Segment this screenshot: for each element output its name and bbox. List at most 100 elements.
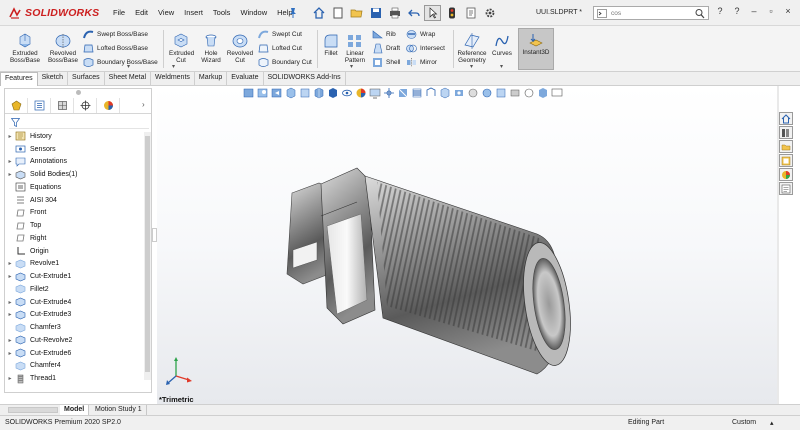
- file-properties-button[interactable]: [462, 5, 479, 21]
- render-tools-icon[interactable]: [439, 87, 451, 99]
- extruded-cut-button[interactable]: Extruded Cut: [165, 32, 197, 64]
- minimize-button[interactable]: –: [750, 6, 758, 16]
- menu-window[interactable]: Window: [235, 8, 272, 17]
- swept-cut-button[interactable]: Swept Cut: [258, 28, 302, 41]
- tree-item[interactable]: ▸ History: [5, 130, 145, 143]
- section-view-icon[interactable]: [285, 87, 297, 99]
- view-palette-tab[interactable]: [779, 154, 793, 167]
- isolate-icon[interactable]: [509, 87, 521, 99]
- rebuild-button[interactable]: [443, 5, 460, 21]
- reference-geometry-dropdown[interactable]: ▾: [470, 63, 473, 70]
- tree-item[interactable]: ▸ Cut-Extrude4: [5, 296, 145, 309]
- search-box[interactable]: cos: [593, 6, 709, 20]
- rib-button[interactable]: Rib: [372, 28, 396, 41]
- boundary-boss-button[interactable]: Boundary Boss/Base: [83, 56, 158, 69]
- tree-item[interactable]: ▸ Cut-Extrude1: [5, 270, 145, 283]
- open-button[interactable]: [348, 5, 365, 21]
- hole-wizard-button[interactable]: Hole Wizard: [197, 32, 225, 64]
- tab-markup[interactable]: Markup: [195, 72, 228, 85]
- configuration-manager-tab[interactable]: [51, 98, 74, 113]
- lights-icon[interactable]: [467, 87, 479, 99]
- tree-item[interactable]: ▸ Revolve1: [5, 258, 145, 271]
- design-library-tab[interactable]: [779, 126, 793, 139]
- mirror-button[interactable]: Mirror: [406, 56, 437, 69]
- tree-item[interactable]: ▸ Cut-Extrude6: [5, 347, 145, 360]
- tab-sheet-metal[interactable]: Sheet Metal: [105, 72, 152, 85]
- tree-item[interactable]: ▸ Cut-Extrude3: [5, 309, 145, 322]
- apply-scene-icon[interactable]: [369, 87, 381, 99]
- wrap-button[interactable]: Wrap: [406, 28, 435, 41]
- tree-expand-arrow[interactable]: ▸: [5, 299, 15, 306]
- restore-button[interactable]: ▫: [767, 6, 775, 16]
- solidworks-resources-tab[interactable]: [779, 112, 793, 125]
- view-orientation-icon[interactable]: [313, 87, 325, 99]
- tree-item[interactable]: Equations: [5, 181, 145, 194]
- document-name[interactable]: UUI.SLDPRT *: [536, 9, 582, 16]
- tree-item[interactable]: Origin: [5, 245, 145, 258]
- tab-surfaces[interactable]: Surfaces: [68, 72, 105, 85]
- tree-expand-arrow[interactable]: ▸: [5, 273, 15, 280]
- tab-evaluate[interactable]: Evaluate: [227, 72, 264, 85]
- tab-features[interactable]: Features: [0, 72, 38, 86]
- perspective-icon[interactable]: [495, 87, 507, 99]
- boss-dropdown[interactable]: ▾: [127, 63, 130, 70]
- shadows-icon[interactable]: [537, 87, 549, 99]
- tab-sketch[interactable]: Sketch: [38, 72, 69, 85]
- hide-show-items-icon[interactable]: [341, 87, 353, 99]
- tree-expand-arrow[interactable]: ▸: [5, 337, 15, 344]
- revolved-cut-button[interactable]: Revolved Cut: [226, 32, 254, 64]
- curvature-icon[interactable]: [397, 87, 409, 99]
- tree-item[interactable]: Top: [5, 219, 145, 232]
- search-icon[interactable]: [695, 8, 705, 19]
- tree-item[interactable]: ▸ Cut-Revolve2: [5, 334, 145, 347]
- extruded-boss-button[interactable]: Extruded Boss/Base: [8, 32, 42, 64]
- display-manager-tab[interactable]: [97, 98, 120, 113]
- search-input[interactable]: cos: [611, 10, 621, 17]
- pin-icon[interactable]: [288, 7, 298, 19]
- draft-button[interactable]: Draft: [372, 42, 400, 55]
- tree-scrollbar[interactable]: [144, 132, 151, 380]
- menu-edit[interactable]: Edit: [130, 8, 153, 17]
- fillet-button[interactable]: Fillet: [320, 32, 342, 57]
- menu-view[interactable]: View: [153, 8, 179, 17]
- new-button[interactable]: [329, 5, 346, 21]
- camera-view-icon[interactable]: [453, 87, 465, 99]
- custom-properties-tab[interactable]: [779, 182, 793, 195]
- graphics-area[interactable]: *Trimetric: [157, 86, 777, 404]
- lofted-boss-button[interactable]: Lofted Boss/Base: [83, 42, 148, 55]
- tree-item[interactable]: AISI 304: [5, 194, 145, 207]
- dynamic-annotation-icon[interactable]: [299, 87, 311, 99]
- user-icon[interactable]: ?: [716, 6, 724, 16]
- edit-appearance-icon[interactable]: [355, 87, 367, 99]
- view-settings-icon[interactable]: [383, 87, 395, 99]
- tree-expand-arrow[interactable]: ▸: [5, 158, 15, 165]
- tree-expand-arrow[interactable]: ▸: [5, 375, 15, 382]
- intersect-button[interactable]: Intersect: [406, 42, 445, 55]
- linear-pattern-dropdown[interactable]: ▾: [350, 63, 353, 70]
- tree-item[interactable]: Chamfer4: [5, 360, 145, 373]
- tree-scrollbar-thumb[interactable]: [145, 136, 150, 372]
- tab-weldments[interactable]: Weldments: [151, 72, 195, 85]
- linear-pattern-button[interactable]: Linear Pattern: [342, 32, 368, 64]
- tree-item[interactable]: ▸ Annotations: [5, 156, 145, 169]
- tree-filter[interactable]: [9, 117, 149, 129]
- solidworks-logo[interactable]: SOLIDWORKS: [8, 5, 99, 21]
- close-button[interactable]: ×: [784, 6, 792, 16]
- panel-expand-arrow[interactable]: ›: [142, 100, 145, 109]
- menu-file[interactable]: File: [108, 8, 130, 17]
- tree-expand-arrow[interactable]: ▸: [5, 350, 15, 357]
- monitor-icon[interactable]: [551, 87, 563, 99]
- home-button[interactable]: [310, 5, 327, 21]
- zoom-to-fit-icon[interactable]: [243, 87, 255, 99]
- options-button[interactable]: [481, 5, 498, 21]
- panel-grip[interactable]: [76, 90, 81, 95]
- tree-expand-arrow[interactable]: ▸: [5, 171, 15, 178]
- help-icon[interactable]: ?: [733, 6, 741, 16]
- rotate-view-icon[interactable]: [425, 87, 437, 99]
- zebra-stripes-icon[interactable]: [411, 87, 423, 99]
- file-explorer-tab[interactable]: [779, 140, 793, 153]
- appearances-tab[interactable]: [779, 168, 793, 181]
- boundary-cut-button[interactable]: Boundary Cut: [258, 56, 312, 69]
- tree-item[interactable]: Sensors: [5, 143, 145, 156]
- menu-insert[interactable]: Insert: [179, 8, 208, 17]
